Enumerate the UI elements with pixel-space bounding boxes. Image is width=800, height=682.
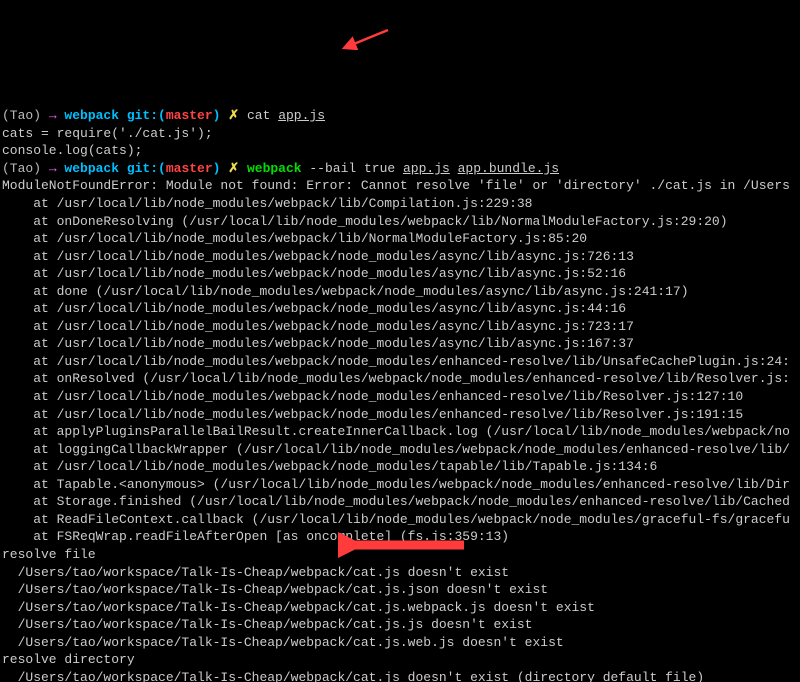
resolve-heading: resolve directory <box>2 652 135 667</box>
stack-line: at /usr/local/lib/node_modules/webpack/n… <box>2 407 743 422</box>
stack-line: at onResolved (/usr/local/lib/node_modul… <box>2 371 790 386</box>
prompt-arrow: → <box>49 161 65 176</box>
stack-line: at /usr/local/lib/node_modules/webpack/l… <box>2 196 533 211</box>
stack-line: at /usr/local/lib/node_modules/webpack/n… <box>2 459 657 474</box>
stack-line: at /usr/local/lib/node_modules/webpack/n… <box>2 336 634 351</box>
space <box>450 161 458 176</box>
stack-line: at /usr/local/lib/node_modules/webpack/n… <box>2 389 743 404</box>
resolve-line: /Users/tao/workspace/Talk-Is-Cheap/webpa… <box>2 635 564 650</box>
prompt-dirty-icon: ✗ <box>220 161 247 176</box>
stack-line: at Storage.finished (/usr/local/lib/node… <box>2 494 790 509</box>
prompt-user: (Tao) <box>2 161 49 176</box>
resolve-heading: resolve file <box>2 547 96 562</box>
stack-line: at /usr/local/lib/node_modules/webpack/l… <box>2 231 587 246</box>
stack-line: at onDoneResolving (/usr/local/lib/node_… <box>2 214 728 229</box>
prompt-line-1[interactable]: (Tao) → webpack git:(master) ✗ cat app.j… <box>2 108 325 123</box>
prompt-line-2[interactable]: (Tao) → webpack git:(master) ✗ webpack -… <box>2 161 559 176</box>
prompt-branch: master <box>166 108 213 123</box>
prompt-git: git:( <box>119 108 166 123</box>
cmd-flags: --bail true <box>302 161 403 176</box>
resolve-line: /Users/tao/workspace/Talk-Is-Cheap/webpa… <box>2 565 509 580</box>
cmd-cat: cat <box>247 108 278 123</box>
prompt-user: (Tao) <box>2 108 49 123</box>
prompt-path: webpack <box>64 161 119 176</box>
prompt-git: git:( <box>119 161 166 176</box>
resolve-line: /Users/tao/workspace/Talk-Is-Cheap/webpa… <box>2 617 533 632</box>
stack-line: at Tapable.<anonymous> (/usr/local/lib/n… <box>2 477 790 492</box>
prompt-path: webpack <box>64 108 119 123</box>
resolve-line: /Users/tao/workspace/Talk-Is-Cheap/webpa… <box>2 600 595 615</box>
annotation-arrow-icon <box>340 28 390 50</box>
stack-line: at FSReqWrap.readFileAfterOpen [as oncom… <box>2 529 509 544</box>
stack-line: at /usr/local/lib/node_modules/webpack/n… <box>2 319 634 334</box>
output-line: cats = require('./cat.js'); <box>2 126 213 141</box>
resolve-line: /Users/tao/workspace/Talk-Is-Cheap/webpa… <box>2 582 548 597</box>
cmd-cat-arg: app.js <box>278 108 325 123</box>
prompt-dirty-icon: ✗ <box>220 108 247 123</box>
terminal[interactable]: (Tao) → webpack git:(master) ✗ cat app.j… <box>0 88 800 682</box>
prompt-branch: master <box>166 161 213 176</box>
cmd-arg: app.js <box>403 161 450 176</box>
resolve-line: /Users/tao/workspace/Talk-Is-Cheap/webpa… <box>2 670 704 682</box>
error-line: ModuleNotFoundError: Module not found: E… <box>2 178 790 193</box>
stack-line: at loggingCallbackWrapper (/usr/local/li… <box>2 442 790 457</box>
stack-line: at ReadFileContext.callback (/usr/local/… <box>2 512 790 527</box>
stack-line: at /usr/local/lib/node_modules/webpack/n… <box>2 266 626 281</box>
prompt-arrow: → <box>49 108 65 123</box>
stack-line: at /usr/local/lib/node_modules/webpack/n… <box>2 301 626 316</box>
stack-line: at /usr/local/lib/node_modules/webpack/n… <box>2 249 634 264</box>
output-line: console.log(cats); <box>2 143 142 158</box>
cmd-webpack: webpack <box>247 161 302 176</box>
stack-line: at applyPluginsParallelBailResult.create… <box>2 424 790 439</box>
stack-line: at done (/usr/local/lib/node_modules/web… <box>2 284 689 299</box>
stack-line: at /usr/local/lib/node_modules/webpack/n… <box>2 354 790 369</box>
cmd-arg: app.bundle.js <box>458 161 559 176</box>
